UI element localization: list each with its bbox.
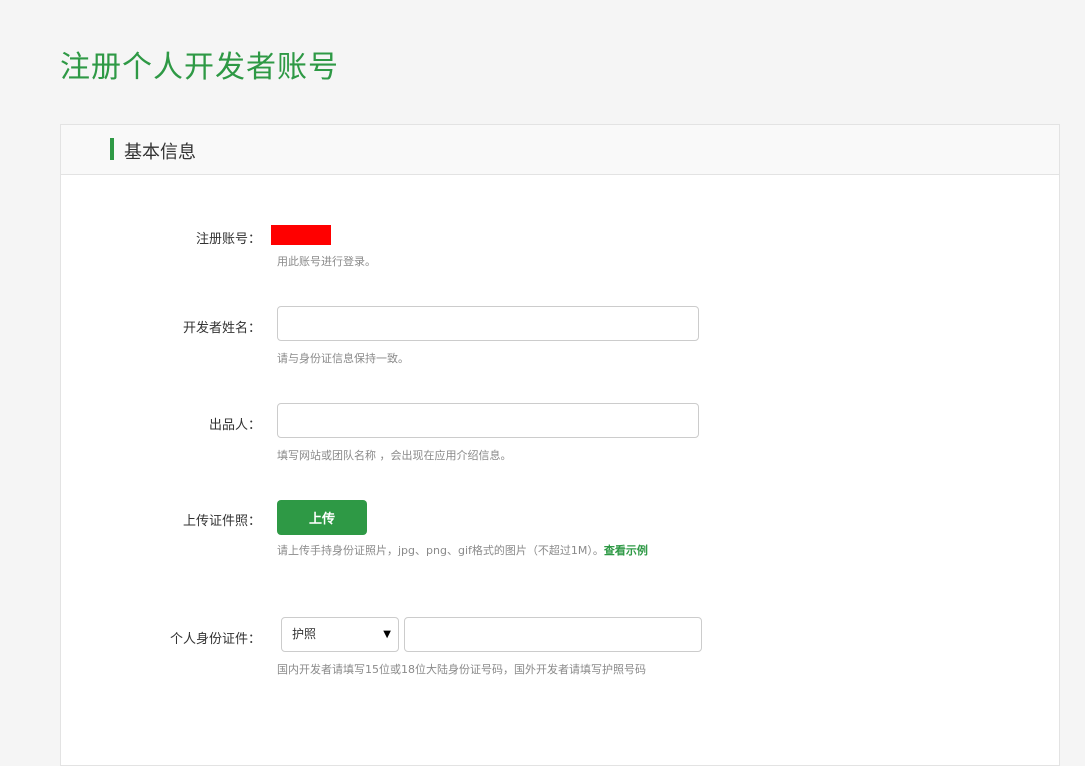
developer-name-hint: 请与身份证信息保持一致。 bbox=[277, 352, 409, 365]
upload-button[interactable]: 上传 bbox=[277, 500, 367, 535]
id-number-input[interactable] bbox=[404, 617, 702, 652]
account-hint: 用此账号进行登录。 bbox=[277, 255, 376, 268]
certificate-label: 上传证件照： bbox=[182, 514, 261, 529]
certificate-hint: 请上传手持身份证照片，jpg、png、gif格式的图片（不超过1M）。查看示例 bbox=[277, 542, 648, 558]
dropdown-arrow-icon: ▼ bbox=[383, 629, 391, 640]
id-type-selected: 护照 bbox=[292, 627, 317, 641]
certificate-hint-text: 请上传手持身份证照片，jpg、png、gif格式的图片（不超过1M）。 bbox=[277, 544, 604, 557]
id-document-label: 个人身份证件： bbox=[169, 632, 261, 647]
developer-name-label: 开发者姓名： bbox=[182, 321, 261, 336]
id-document-hint: 国内开发者请填写15位或18位大陆身份证号码，国外开发者请填写护照号码 bbox=[277, 663, 646, 676]
view-example-link[interactable]: 查看示例 bbox=[604, 544, 648, 557]
section-title: 基本信息 bbox=[124, 142, 196, 163]
basic-info-panel: 基本信息 注册账号： 用此账号进行登录。 开发者姓名： 请与身份证信息保持一致。… bbox=[60, 124, 1060, 766]
account-value-redacted bbox=[271, 225, 331, 245]
publisher-hint: 填写网站或团队名称 ，会出现在应用介绍信息。 bbox=[277, 449, 512, 462]
section-header: 基本信息 bbox=[61, 125, 1059, 175]
id-type-select[interactable]: 护照 ▼ bbox=[281, 617, 399, 652]
page-title: 注册个人开发者账号 bbox=[60, 50, 339, 85]
publisher-input[interactable] bbox=[277, 403, 699, 438]
section-accent-bar bbox=[110, 138, 114, 160]
account-label: 注册账号： bbox=[195, 232, 261, 247]
developer-name-input[interactable] bbox=[277, 306, 699, 341]
publisher-label: 出品人： bbox=[208, 418, 261, 433]
